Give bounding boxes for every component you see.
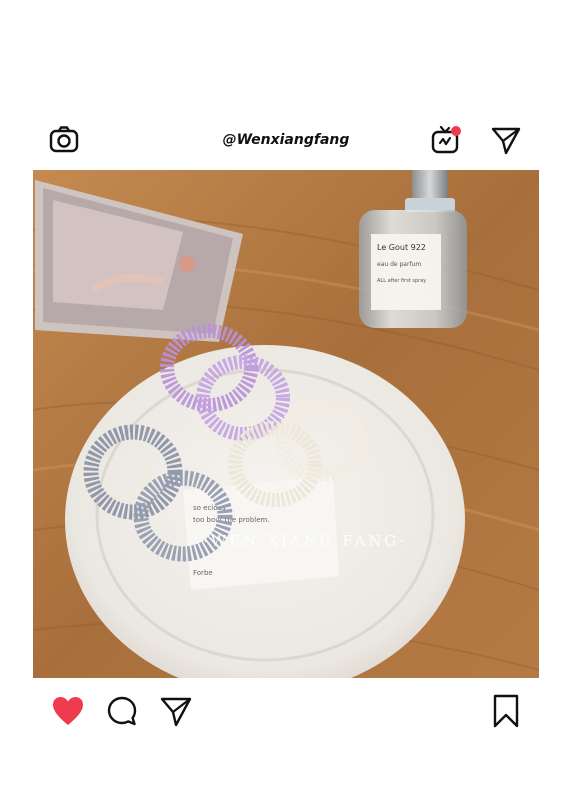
like-heart-icon[interactable]: [50, 693, 86, 729]
svg-text:eau de parfum: eau de parfum: [377, 261, 421, 268]
camera-icon[interactable]: [47, 123, 81, 157]
watermark-text: ·WEN XIANG FANG·: [203, 532, 407, 550]
bookmark-icon[interactable]: [488, 693, 524, 729]
svg-text:Le Gout 922: Le Gout 922: [377, 243, 426, 252]
post-frame: @Wenxiangfang Le Gout 922 eau de parfum …: [33, 110, 539, 678]
igtv-icon[interactable]: [429, 123, 463, 157]
direct-message-icon[interactable]: [489, 123, 523, 157]
svg-text:ALL after first spray: ALL after first spray: [377, 278, 426, 284]
photo-scene: Le Gout 922 eau de parfum ALL after firs…: [33, 170, 539, 678]
post-username[interactable]: @Wenxiangfang: [223, 132, 350, 148]
post-actions: [0, 688, 571, 738]
comment-icon[interactable]: [104, 693, 140, 729]
svg-text:Forbe: Forbe: [193, 569, 213, 577]
post-photo[interactable]: Le Gout 922 eau de parfum ALL after firs…: [33, 170, 539, 678]
notification-dot: [451, 126, 461, 136]
share-paper-plane-icon[interactable]: [158, 693, 194, 729]
post-header: @Wenxiangfang: [33, 110, 539, 170]
